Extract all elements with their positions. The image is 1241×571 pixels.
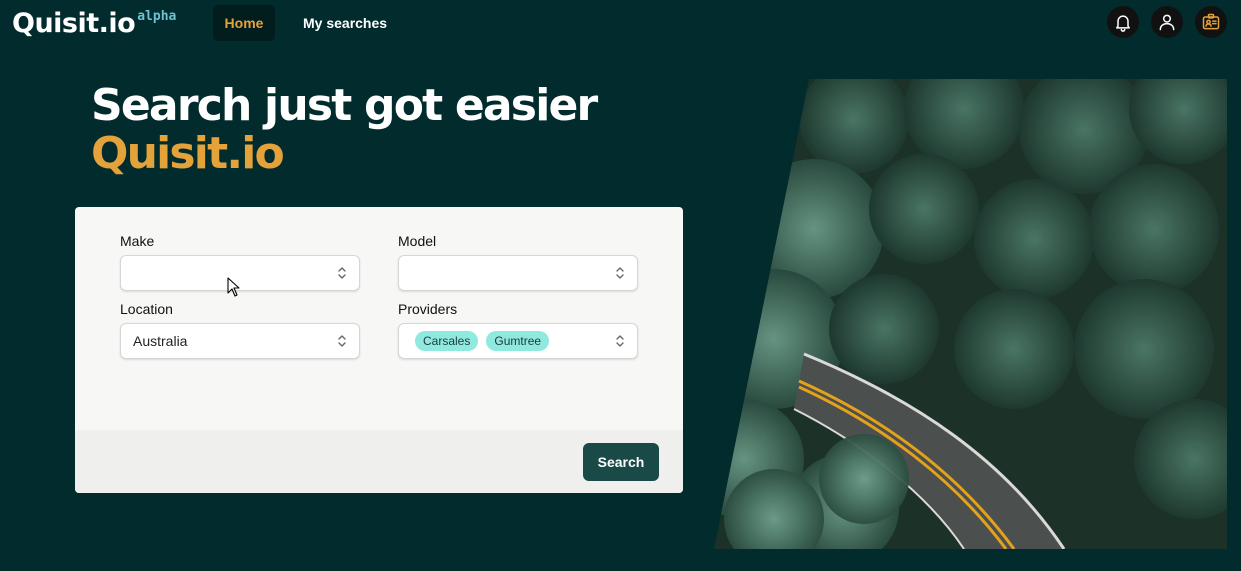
- bell-icon[interactable]: [1107, 6, 1139, 38]
- search-button[interactable]: Search: [583, 443, 659, 481]
- provider-chip[interactable]: Carsales: [415, 331, 479, 351]
- hero-title: Search just got easier: [91, 80, 598, 131]
- mouse-cursor-icon: [227, 277, 240, 297]
- make-label: Make: [120, 233, 155, 249]
- hero-brand: Quisit.io: [91, 128, 285, 179]
- providers-select[interactable]: Carsales Gumtree: [398, 323, 638, 359]
- model-select[interactable]: [398, 255, 638, 291]
- chevron-updown-icon: [338, 267, 346, 279]
- id-card-icon[interactable]: [1195, 6, 1227, 38]
- chevron-updown-icon: [616, 335, 624, 347]
- user-icon[interactable]: [1151, 6, 1183, 38]
- nav-home[interactable]: Home: [213, 5, 275, 41]
- location-label: Location: [120, 301, 173, 317]
- search-card: Make Model Location Australia Providers …: [75, 207, 683, 493]
- logo-tag: alpha: [137, 9, 177, 24]
- nav-my-searches[interactable]: My searches: [295, 5, 395, 41]
- location-value: Australia: [133, 333, 188, 349]
- chevron-updown-icon: [338, 335, 346, 347]
- providers-label: Providers: [398, 301, 458, 317]
- provider-chip[interactable]: Gumtree: [486, 331, 550, 351]
- location-select[interactable]: Australia: [120, 323, 360, 359]
- model-label: Model: [398, 233, 437, 249]
- hero-photo: [714, 79, 1227, 549]
- logo-text: Quisit.io: [12, 8, 136, 39]
- logo[interactable]: Quisit.io alpha: [12, 6, 176, 42]
- chevron-updown-icon: [616, 267, 624, 279]
